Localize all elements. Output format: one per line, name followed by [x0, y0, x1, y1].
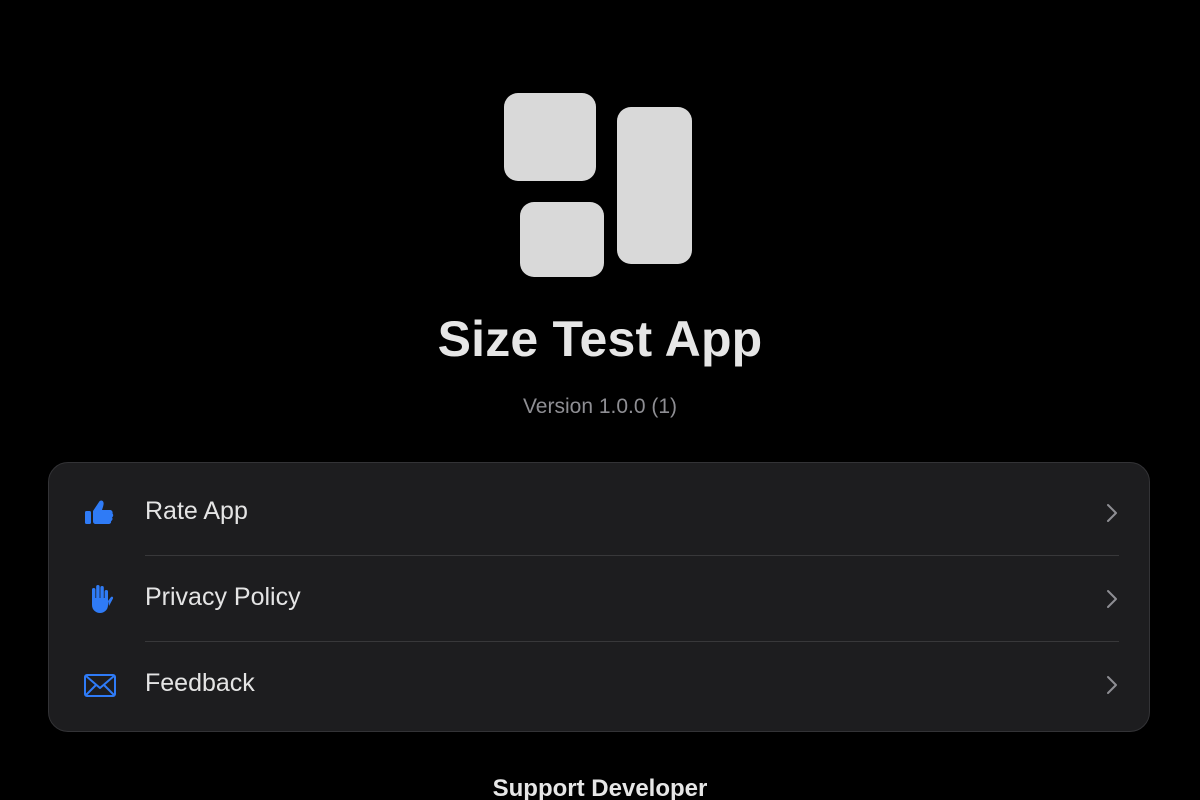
app-title: Size Test App: [437, 311, 763, 367]
thumbs-up-icon: [83, 498, 117, 528]
support-developer-heading: Support Developer: [492, 775, 708, 800]
app-logo: [504, 93, 692, 277]
chevron-right-icon: [1105, 503, 1119, 523]
settings-card: Rate App Privacy Policy Feedback: [48, 462, 1150, 732]
logo-tile-right: [617, 107, 692, 264]
privacy-policy-label: Privacy Policy: [145, 583, 301, 611]
hand-raised-icon: [83, 584, 117, 614]
feedback-row[interactable]: Feedback: [49, 642, 1149, 728]
feedback-label: Feedback: [145, 669, 255, 697]
about-screen: Size Test App Version 1.0.0 (1) Rate App: [0, 0, 1200, 800]
chevron-right-icon: [1105, 675, 1119, 695]
rate-app-row[interactable]: Rate App: [49, 470, 1149, 556]
app-version: Version 1.0.0 (1): [522, 395, 678, 418]
envelope-icon: [83, 670, 117, 700]
logo-tile-bottom-left: [520, 202, 604, 277]
privacy-policy-row[interactable]: Privacy Policy: [49, 556, 1149, 642]
chevron-right-icon: [1105, 589, 1119, 609]
logo-tile-top-left: [504, 93, 596, 181]
rate-app-label: Rate App: [145, 497, 248, 525]
